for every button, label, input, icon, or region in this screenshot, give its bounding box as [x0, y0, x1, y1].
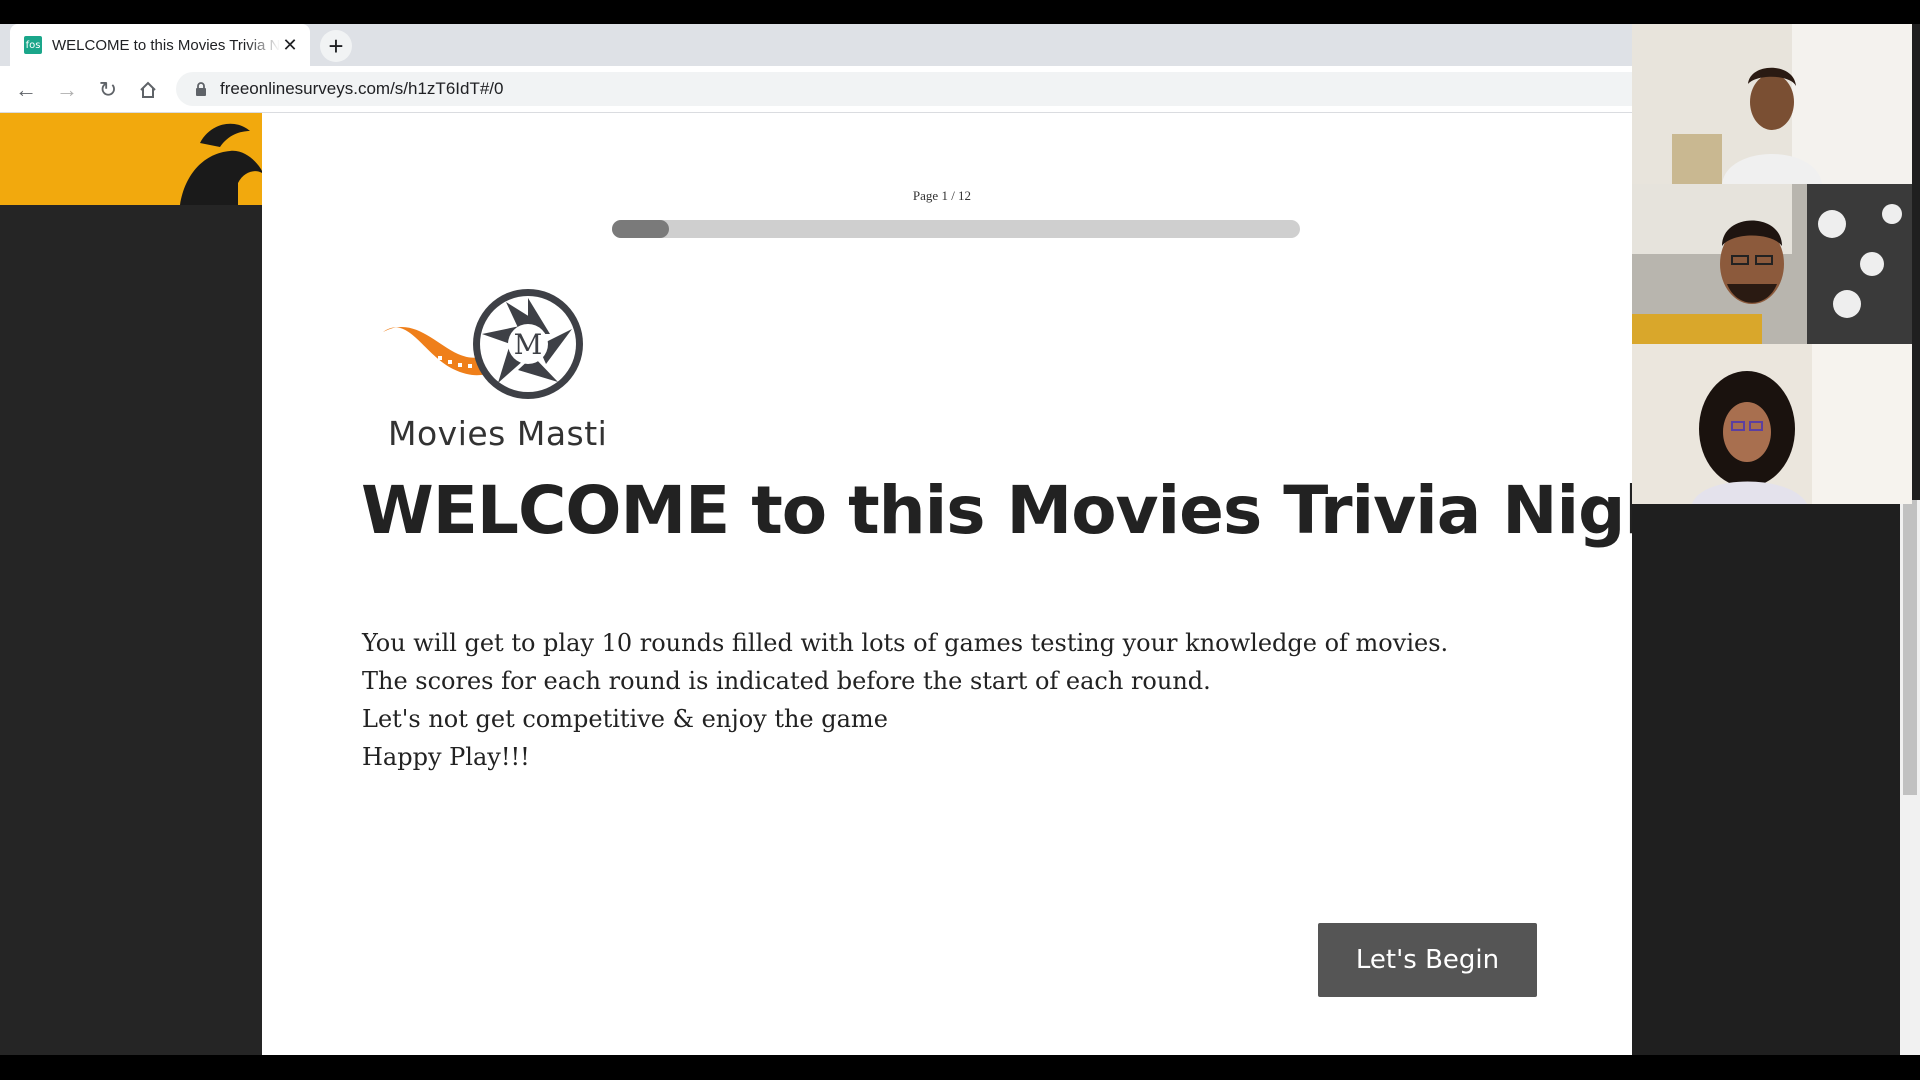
brand-name: Movies Masti	[388, 414, 608, 453]
browser-tab[interactable]: fos WELCOME to this Movies Trivia Night …	[10, 24, 310, 66]
forward-arrow-icon[interactable]: →	[51, 74, 83, 106]
survey-description: You will get to play 10 rounds filled wi…	[362, 624, 1448, 776]
back-arrow-icon[interactable]: ←	[10, 74, 42, 106]
address-bar[interactable]: freeonlinesurveys.com/s/h1zT6IdT#/0	[176, 72, 1636, 106]
url-text: freeonlinesurveys.com/s/h1zT6IdT#/0	[220, 79, 504, 98]
scrollbar-thumb[interactable]	[1903, 500, 1917, 795]
description-line: The scores for each round is indicated b…	[362, 667, 1211, 695]
page-title: WELCOME to this Movies Trivia Night	[361, 472, 1702, 549]
description-line: Let's not get competitive & enjoy the ga…	[362, 705, 888, 733]
participant-video-3	[1632, 344, 1912, 504]
progress-track	[612, 220, 1300, 238]
logo-letter: M	[514, 328, 543, 361]
description-line: Happy Play!!!	[362, 743, 530, 771]
page-indicator: Page 1 / 12	[912, 188, 972, 203]
tab-title: WELCOME to this Movies Trivia Night	[52, 36, 280, 54]
site-favicon-icon: fos	[24, 36, 42, 54]
participant-video-2	[1632, 184, 1912, 344]
bottom-bar	[0, 1055, 1920, 1080]
lets-begin-button[interactable]: Let's Begin	[1318, 923, 1537, 997]
description-line: You will get to play 10 rounds filled wi…	[362, 629, 1449, 657]
lock-icon	[190, 82, 212, 96]
reload-icon[interactable]: ↻	[92, 74, 124, 106]
close-tab-icon[interactable]: ✕	[280, 35, 300, 55]
new-tab-button[interactable]: +	[320, 30, 352, 62]
home-icon[interactable]	[132, 74, 164, 106]
survey-panel	[262, 113, 1636, 1055]
progress-fill	[612, 220, 669, 238]
decorative-banner	[0, 113, 262, 205]
participant-video-1	[1632, 24, 1912, 184]
